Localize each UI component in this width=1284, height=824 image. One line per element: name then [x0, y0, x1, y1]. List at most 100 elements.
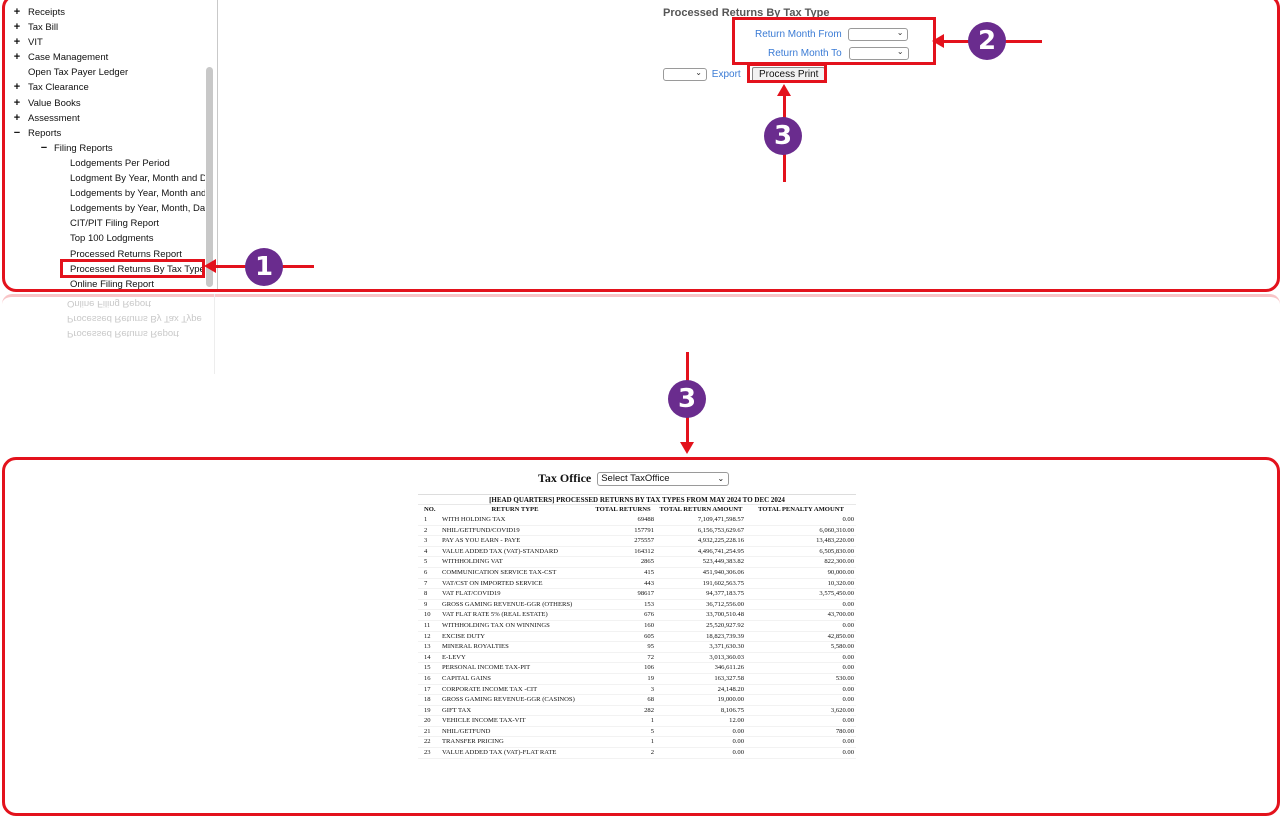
- table-row: 5 WITHHOLDING VAT 2865 523,449,383.82 822,30…: [418, 556, 856, 568]
- row-no: 17: [418, 684, 440, 696]
- expand-icon[interactable]: +: [11, 50, 23, 65]
- row-total-penalty-amount: 0.00: [746, 652, 856, 664]
- annotation-box-3: [747, 63, 827, 83]
- row-total-return-amount: 3,371,630.30: [656, 641, 746, 653]
- sidebar-item-lodgements-by-year-month-and[interactable]: Lodgements by Year, Month and: [5, 186, 205, 201]
- row-return-type: PERSONAL INCOME TAX-PIT: [440, 662, 590, 674]
- row-total-penalty-amount: 3,620.00: [746, 705, 856, 717]
- table-row: 8 VAT FLAT/COVID19 98617 94,377,183.75 3,575…: [418, 588, 856, 600]
- row-total-returns: 106: [590, 662, 656, 674]
- row-no: 3: [418, 535, 440, 547]
- row-return-type: CAPITAL GAINS: [440, 673, 590, 685]
- row-total-return-amount: 451,940,306.06: [656, 567, 746, 579]
- report-body: 1 WITH HOLDING TAX 69488 7,109,471,598.57 0.…: [418, 514, 856, 759]
- row-total-returns: 1: [590, 715, 656, 727]
- col-no: NO.: [424, 506, 436, 513]
- sidebar-item-label: Tax Bill: [28, 22, 59, 34]
- row-total-returns: 676: [590, 609, 656, 621]
- sidebar-item-receipts[interactable]: + Receipts: [5, 5, 205, 20]
- row-no: 9: [418, 599, 440, 611]
- sidebar-item-label: Top 100 Lodgments: [70, 233, 154, 245]
- sidebar-item-filing-reports[interactable]: − Filing Reports: [5, 141, 205, 156]
- sidebar-item-lodgment-by-year-month-and-da[interactable]: Lodgment By Year, Month and Da: [5, 171, 205, 186]
- row-total-returns: 5: [590, 726, 656, 738]
- table-row: 22 TRANSFER PRICING 1 0.00 0.00: [418, 736, 856, 749]
- table-row: 11 WITHHOLDING TAX ON WINNINGS 160 25,520,9…: [418, 620, 856, 632]
- sidebar-item-open-tax-payer-ledger[interactable]: Open Tax Payer Ledger: [5, 65, 205, 80]
- row-total-return-amount: 12.00: [656, 715, 746, 727]
- expand-icon[interactable]: +: [11, 111, 23, 126]
- sidebar-item-value-books[interactable]: + Value Books: [5, 96, 205, 111]
- table-row: 2 NHIL/GETFUND/COVID19 157791 6,156,753,629…: [418, 525, 856, 537]
- row-total-penalty-amount: 13,483,220.00: [746, 535, 856, 547]
- sidebar-item-lodgements-by-year-month-day[interactable]: Lodgements by Year, Month, Day: [5, 201, 205, 216]
- panel-reflection: Online Filing Report Processed Returns B…: [2, 294, 1280, 374]
- export-format-select[interactable]: ⌄: [663, 68, 707, 81]
- row-total-penalty-amount: 5,580.00: [746, 641, 856, 653]
- collapse-icon[interactable]: −: [38, 141, 50, 156]
- row-return-type: MINERAL ROYALTIES: [440, 641, 590, 653]
- row-return-type: WITHHOLDING VAT: [440, 556, 590, 568]
- row-total-returns: 3: [590, 684, 656, 696]
- table-row: 3 PAY AS YOU EARN - PAYE 275557 4,932,225,2…: [418, 535, 856, 547]
- sidebar-item-vit[interactable]: + VIT: [5, 35, 205, 50]
- row-total-returns: 160: [590, 620, 656, 632]
- row-total-penalty-amount: 90,000.00: [746, 567, 856, 579]
- export-link[interactable]: Export: [712, 69, 741, 80]
- sidebar-item-tax-bill[interactable]: + Tax Bill: [5, 20, 205, 35]
- export-row: ⌄ Export: [663, 68, 741, 81]
- row-return-type: PAY AS YOU EARN - PAYE: [440, 535, 590, 547]
- tax-office-select[interactable]: Select TaxOffice ⌄: [597, 472, 730, 487]
- table-row: 9 GROSS GAMING REVENUE-GGR (OTHERS) 153 36,…: [418, 599, 856, 611]
- report-table: NO. RETURN TYPE TOTAL RETURNS TOTAL RETU…: [418, 505, 856, 759]
- row-total-penalty-amount: 0.00: [746, 715, 856, 727]
- expand-icon[interactable]: +: [11, 35, 23, 50]
- row-total-returns: 605: [590, 631, 656, 643]
- expand-icon[interactable]: +: [11, 20, 23, 35]
- sidebar-item-top-100-lodgments[interactable]: Top 100 Lodgments: [5, 231, 205, 246]
- collapse-icon[interactable]: −: [11, 126, 23, 141]
- row-return-type: CORPORATE INCOME TAX -CIT: [440, 684, 590, 696]
- badge-1: 1: [245, 248, 283, 286]
- expand-icon[interactable]: +: [11, 96, 23, 111]
- chevron-down-icon: ⌄: [717, 474, 725, 484]
- row-total-returns: 1: [590, 736, 656, 749]
- expand-icon[interactable]: +: [11, 5, 23, 20]
- sidebar-item-lodgements-per-period[interactable]: Lodgements Per Period: [5, 156, 205, 171]
- table-row: 20 VEHICLE INCOME TAX-VIT 1 12.00 0.00: [418, 715, 856, 727]
- row-total-return-amount: 191,602,563.75: [656, 578, 746, 590]
- row-no: 19: [418, 705, 440, 717]
- annotation-box-1: [60, 259, 205, 278]
- sidebar-item-label: Tax Clearance: [28, 82, 89, 94]
- row-no: 18: [418, 694, 440, 706]
- row-return-type: EXCISE DUTY: [440, 631, 590, 643]
- row-total-penalty-amount: 42,850.00: [746, 631, 856, 643]
- table-row: 15 PERSONAL INCOME TAX-PIT 106 346,611.26 0.…: [418, 662, 856, 674]
- row-no: 10: [418, 609, 440, 621]
- sidebar-scrollbar[interactable]: [206, 67, 213, 287]
- row-total-return-amount: 94,377,183.75: [656, 588, 746, 600]
- expand-icon[interactable]: +: [11, 80, 23, 95]
- sidebar-item-tax-clearance[interactable]: + Tax Clearance: [5, 80, 205, 95]
- sidebar-item-assessment[interactable]: + Assessment: [5, 111, 205, 126]
- sidebar-item-online-filing-report[interactable]: Online Filing Report: [5, 277, 205, 289]
- row-total-return-amount: 4,496,741,254.95: [656, 546, 746, 558]
- sidebar-item-case-management[interactable]: + Case Management: [5, 50, 205, 65]
- row-total-returns: 69488: [590, 514, 656, 526]
- row-total-return-amount: 0.00: [656, 736, 746, 749]
- row-total-penalty-amount: 0.00: [746, 694, 856, 706]
- sidebar-item-cit-pit-filing-report[interactable]: CIT/PIT Filing Report: [5, 216, 205, 231]
- row-total-return-amount: 523,449,383.82: [656, 556, 746, 568]
- sidebar: + Receipts + Tax Bill + VIT + Case Management Op…: [5, 0, 218, 289]
- row-total-return-amount: 36,712,556.00: [656, 599, 746, 611]
- sidebar-item-reports[interactable]: − Reports: [5, 126, 205, 141]
- row-no: 12: [418, 631, 440, 643]
- sidebar-item-label: Reports: [28, 127, 62, 139]
- row-total-penalty-amount: 780.00: [746, 726, 856, 738]
- sidebar-item-label: CIT/PIT Filing Report: [70, 218, 160, 230]
- row-total-return-amount: 25,520,927.92: [656, 620, 746, 632]
- row-no: 11: [418, 620, 440, 632]
- sidebar-item-label: Open Tax Payer Ledger: [28, 67, 129, 79]
- row-total-penalty-amount: 0.00: [746, 514, 856, 526]
- row-total-penalty-amount: 0.00: [746, 662, 856, 674]
